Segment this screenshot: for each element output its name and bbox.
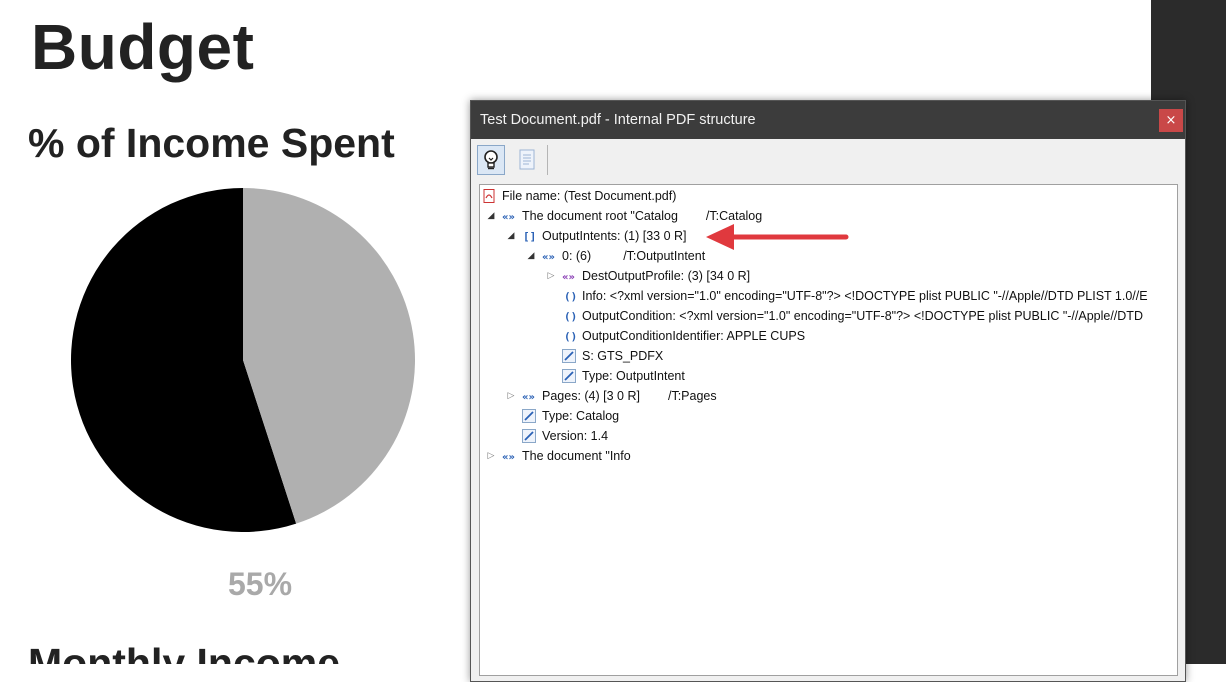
tree-row-output-intents[interactable]: ◢ [] OutputIntents: (1) [33 0 R] [506, 226, 687, 246]
hint-toggle-button[interactable] [477, 145, 505, 175]
tree-label: Type: OutputIntent [582, 369, 685, 383]
tree-label: Pages: (4) [3 0 R] [542, 389, 640, 403]
tree-label: DestOutputProfile: (3) [34 0 R] [582, 269, 751, 283]
svg-text:[]: [] [523, 230, 536, 242]
collapsed-triangle-icon[interactable]: ▷ [506, 391, 516, 401]
svg-text:«»: «» [502, 452, 515, 462]
string-icon: () [562, 329, 576, 343]
structure-tree[interactable]: File name: (Test Document.pdf) ◢ «» The … [479, 184, 1178, 676]
tree-label: The document "Info [522, 449, 631, 463]
tree-row-type-oi[interactable]: Type: OutputIntent [562, 366, 685, 386]
tree-label: OutputCondition: <?xml version="1.0" enc… [582, 309, 1143, 323]
tree-label: OutputConditionIdentifier: APPLE CUPS [582, 329, 806, 343]
lightbulb-icon [484, 150, 498, 170]
window-title: Test Document.pdf - Internal PDF structu… [480, 112, 756, 128]
tree-label: OutputIntents: (1) [33 0 R] [542, 229, 687, 243]
expanded-triangle-icon[interactable]: ◢ [486, 211, 496, 221]
document-icon [519, 149, 535, 170]
section-title: % of Income Spent [28, 120, 395, 166]
tree-row-info[interactable]: () Info: <?xml version="1.0" encoding="U… [562, 286, 1148, 306]
tree-row-info-dict[interactable]: ▷ «» The document "Info [486, 446, 631, 466]
svg-text:«»: «» [542, 252, 555, 262]
annotation-arrow [706, 224, 849, 250]
string-icon: () [562, 309, 576, 323]
tree-type: /T:Pages [667, 389, 717, 403]
tree-row-output-condition[interactable]: () OutputCondition: <?xml version="1.0" … [562, 306, 1143, 326]
svg-text:«»: «» [522, 392, 535, 402]
next-section-title: Monthly Income [28, 640, 341, 664]
toolbar [471, 139, 1185, 181]
dictionary-icon: «» [542, 249, 556, 263]
svg-text:(): () [564, 330, 576, 342]
dictionary-icon: «» [502, 209, 516, 223]
stream-icon: «» [562, 269, 576, 283]
tree-label: Info: <?xml version="1.0" encoding="UTF-… [582, 289, 1148, 303]
pdf-file-icon [482, 189, 496, 203]
percent-label: 55% [228, 566, 293, 602]
string-icon: () [562, 289, 576, 303]
tree-label: Type: Catalog [542, 409, 620, 423]
tree-label: The document root "Catalog [522, 209, 678, 223]
tree-row-version[interactable]: Version: 1.4 [522, 426, 608, 446]
tree-row-oi-item[interactable]: ◢ «» 0: (6) /T:OutputIntent [526, 246, 706, 266]
tree-label: S: GTS_PDFX [582, 349, 664, 363]
expanded-triangle-icon[interactable]: ◢ [526, 251, 536, 261]
collapsed-triangle-icon[interactable]: ▷ [546, 271, 556, 281]
tree-row-type-catalog[interactable]: Type: Catalog [522, 406, 619, 426]
tree-row-output-condition-id[interactable]: () OutputConditionIdentifier: APPLE CUPS [562, 326, 805, 346]
tree-label: 0: (6) [562, 249, 592, 263]
svg-text:«»: «» [502, 212, 515, 222]
window-titlebar[interactable]: Test Document.pdf - Internal PDF structu… [471, 101, 1185, 139]
tree-type: /T:OutputIntent [623, 249, 706, 263]
tree-label: File name: (Test Document.pdf) [502, 189, 677, 203]
expanded-triangle-icon[interactable]: ◢ [506, 231, 516, 241]
pdf-structure-window: Test Document.pdf - Internal PDF structu… [470, 100, 1186, 682]
tree-row-file-name[interactable]: File name: (Test Document.pdf) [482, 186, 676, 206]
dictionary-icon: «» [502, 449, 516, 463]
tree-label: Version: 1.4 [542, 429, 609, 443]
svg-text:«»: «» [562, 272, 575, 282]
name-icon [522, 429, 536, 443]
name-icon [562, 349, 576, 363]
document-title: Budget [31, 11, 255, 83]
close-button[interactable]: × [1159, 109, 1183, 132]
tree-row-dest-profile[interactable]: ▷ «» DestOutputProfile: (3) [34 0 R] [546, 266, 751, 286]
collapsed-triangle-icon[interactable]: ▷ [486, 451, 496, 461]
svg-text:(): () [564, 290, 576, 302]
array-icon: [] [522, 229, 536, 243]
pie-chart [70, 188, 415, 532]
name-icon [562, 369, 576, 383]
tree-type: /T:Catalog [705, 209, 763, 223]
tree-row-s[interactable]: S: GTS_PDFX [562, 346, 663, 366]
dictionary-icon: «» [522, 389, 536, 403]
tree-row-pages[interactable]: ▷ «» Pages: (4) [3 0 R] /T:Pages [506, 386, 717, 406]
name-icon [522, 409, 536, 423]
svg-text:(): () [564, 310, 576, 322]
toolbar-separator [547, 145, 548, 175]
document-view-button[interactable] [513, 145, 541, 175]
